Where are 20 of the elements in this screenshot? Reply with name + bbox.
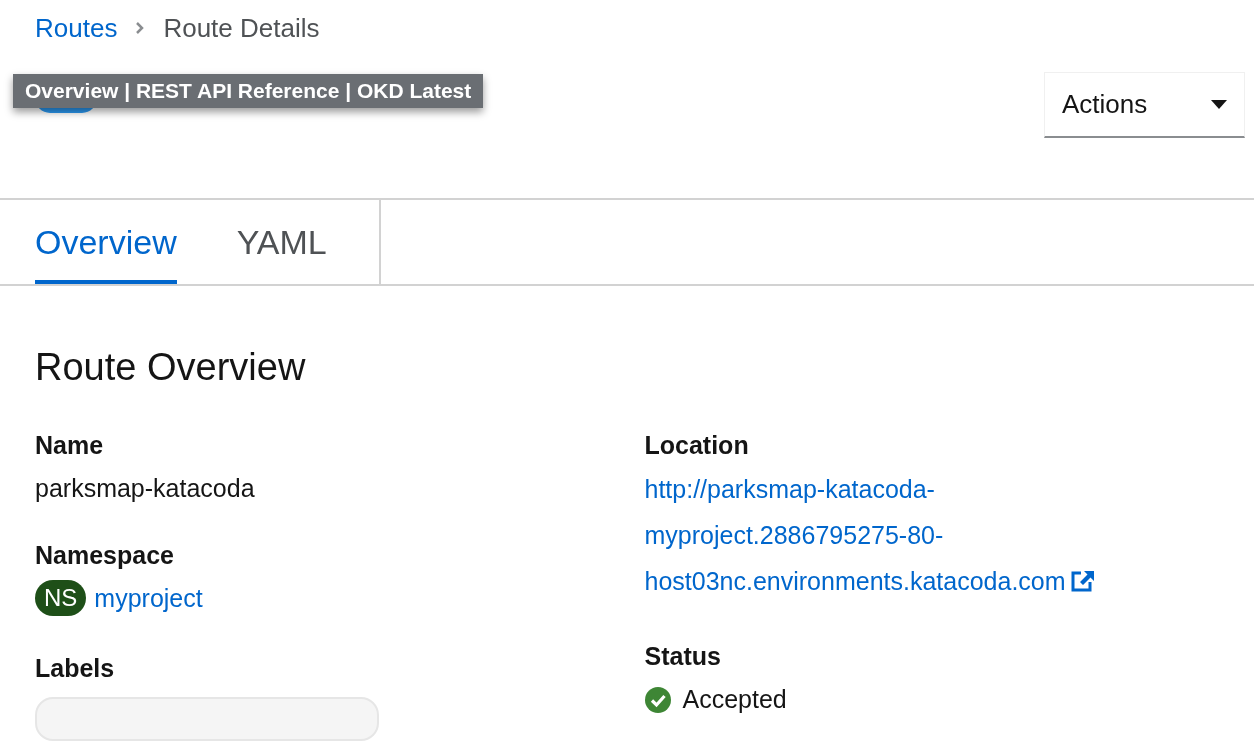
field-label: Location — [644, 431, 750, 460]
tab[interactable]: YAML — [236, 200, 327, 284]
breadcrumb-link[interactable]: Routes — [35, 12, 118, 44]
external-link-icon — [1069, 569, 1096, 593]
section-heading: Route Overview — [35, 346, 307, 389]
actions-dropdown[interactable]: Actions — [1044, 72, 1245, 138]
tab[interactable]: Overview — [35, 200, 177, 284]
field-value: parksmap-katacoda — [35, 474, 256, 503]
location-link[interactable]: http://parksmap-katacoda-myproject.2886795275-80-host03nc.environments.katacoda.com — [644, 466, 1165, 604]
tooltip: Overview | REST API Reference | OKD Latest — [13, 74, 484, 108]
namespace-badge: NS — [35, 580, 87, 616]
field-label: Labels — [35, 654, 116, 683]
namespace-link[interactable]: myproject — [94, 583, 203, 613]
breadcrumb-current: Route Details — [163, 12, 320, 44]
field-label: Status — [644, 642, 722, 671]
status-text: Accepted — [682, 685, 787, 714]
caret-icon — [1211, 100, 1227, 109]
field-label: Namespace — [35, 541, 175, 570]
field-label: Name — [35, 431, 105, 460]
chevron-icon — [135, 21, 146, 35]
